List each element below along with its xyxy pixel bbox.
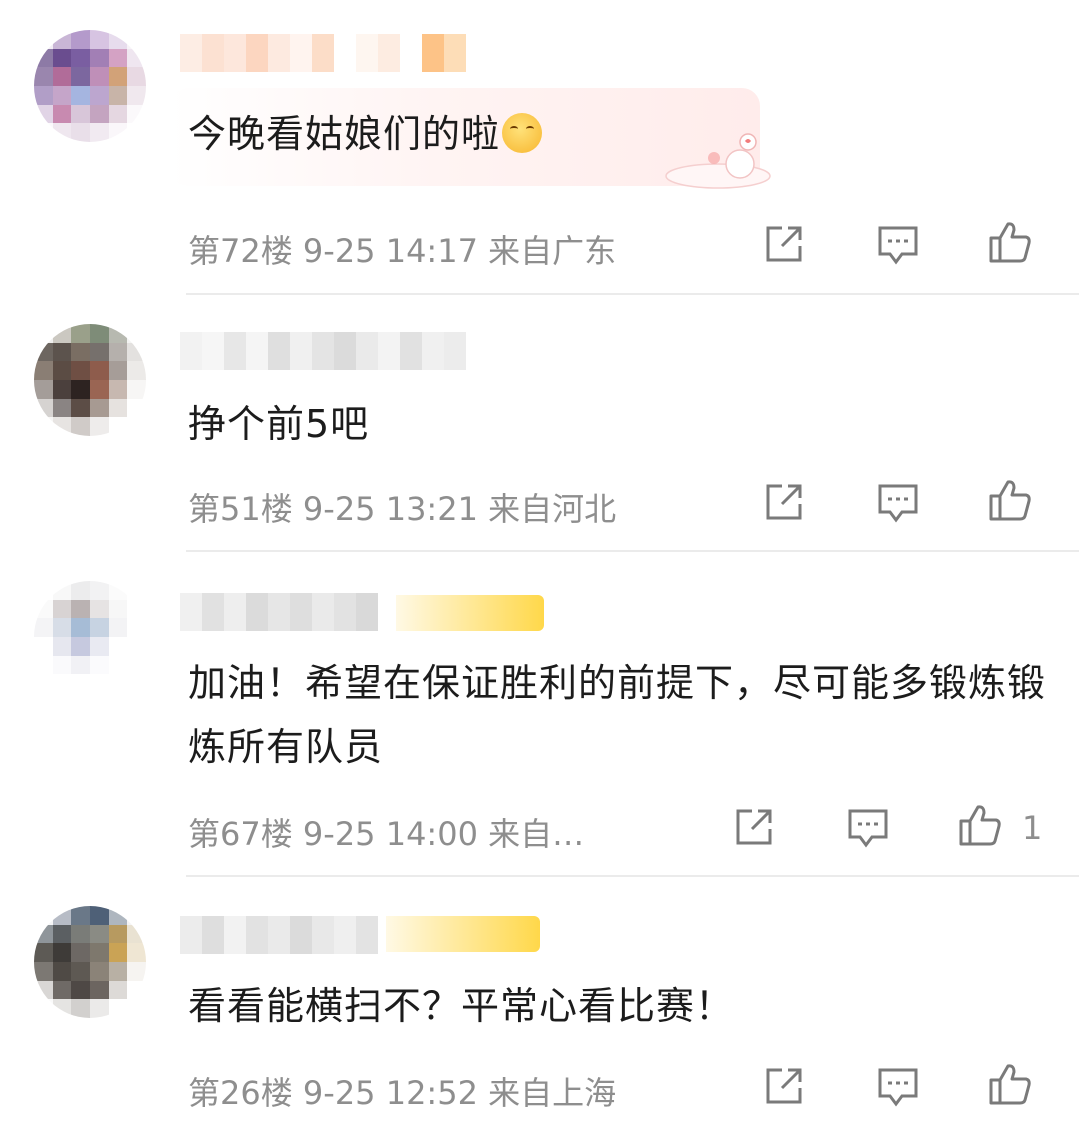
username-blurred[interactable] [180,332,466,370]
divider [186,875,1079,877]
avatar[interactable] [34,324,146,436]
comment-item: 加油！希望在保证胜利的前提下，尽可能多锻炼锻炼所有队员 第67楼 9-25 14… [0,553,1079,877]
floor-number: 第51楼 [188,490,293,528]
floor-number: 第67楼 [188,815,293,853]
comment-item: 看看能横扫不？平常心看比赛！ 第26楼 9-25 12:52 来自上海 [0,878,1079,1137]
comment-meta: 第26楼 9-25 12:52 来自上海 [188,1068,616,1114]
ip-location: 来自河北 [488,490,617,528]
comment-meta: 第72楼 9-25 14:17 来自广东 [188,226,616,272]
comment-icon[interactable] [876,222,920,266]
comment-time: 9-25 14:00 [302,815,478,853]
cat-sticker-icon [665,133,771,189]
vip-badge [386,916,540,952]
comment-time: 9-25 13:21 [302,490,478,528]
username-blurred[interactable] [180,916,378,954]
vip-badge [396,595,544,631]
ip-location: 来自上海 [488,1074,617,1112]
thumbs-up-icon[interactable] [988,220,1032,264]
comment-icon[interactable] [846,805,890,849]
floor-number: 第26楼 [188,1074,293,1112]
ip-location: 来自… [488,815,585,853]
ip-location: 来自广东 [488,232,617,270]
comment-icon[interactable] [876,1064,920,1108]
comment-content: 加油！希望在保证胜利的前提下，尽可能多锻炼锻炼所有队员 [188,661,1047,769]
thumbs-up-icon[interactable] [988,1062,1032,1106]
thumbs-up-icon[interactable] [988,478,1032,522]
username-blurred[interactable] [180,34,466,72]
comment-time: 9-25 12:52 [302,1074,478,1112]
share-icon[interactable] [762,1064,806,1108]
comment-content: 看看能横扫不？平常心看比赛！ [188,984,735,1028]
divider [186,293,1079,295]
comment-time: 9-25 14:17 [302,232,478,270]
floor-number: 第72楼 [188,232,293,270]
comment-content: 挣个前5吧 [188,402,370,446]
like-count: 1 [1022,809,1043,847]
divider [186,550,1079,552]
avatar[interactable] [34,906,146,1018]
comment-meta: 第67楼 9-25 14:00 来自… [188,809,584,855]
comment-content: 今晚看姑娘们的啦 [188,102,1058,166]
share-icon[interactable] [762,222,806,266]
avatar[interactable] [34,30,146,142]
comment-meta: 第51楼 9-25 13:21 来自河北 [188,484,616,530]
comment-icon[interactable] [876,480,920,524]
comment-item: 挣个前5吧 第51楼 9-25 13:21 来自河北 [0,296,1079,552]
comment-item: 今晚看姑娘们的啦 第72楼 9-25 14:17 来自广东 [0,0,1079,295]
shushing-face-emoji-icon [502,113,543,153]
share-icon[interactable] [732,805,776,849]
thumbs-up-icon[interactable] [958,803,1002,847]
avatar[interactable] [34,581,146,693]
share-icon[interactable] [762,480,806,524]
username-blurred[interactable] [180,593,378,631]
